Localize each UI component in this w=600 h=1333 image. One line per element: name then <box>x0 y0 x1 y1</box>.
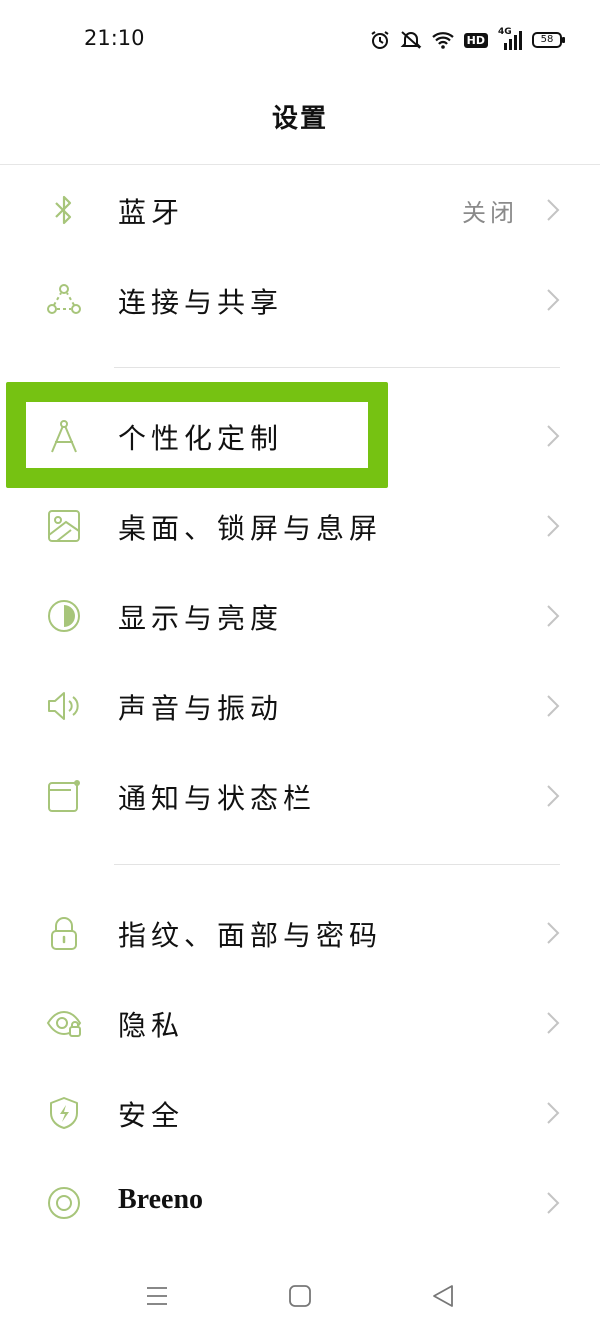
settings-item-fingerprint-face-password[interactable]: 指纹、面部与密码 <box>0 888 600 978</box>
speaker-icon <box>48 692 79 720</box>
battery-icon: 58 <box>532 32 565 48</box>
settings-item-display-brightness[interactable]: 显示与亮度 <box>0 571 600 661</box>
settings-item-sound-vibration[interactable]: 声音与振动 <box>0 661 600 751</box>
chevron-right-icon <box>547 605 560 627</box>
chevron-right-icon <box>547 1192 560 1214</box>
bluetooth-icon <box>55 195 72 225</box>
settings-item-label: 连接与共享 <box>118 286 284 319</box>
status-bar: 21:10 HD 4G 58 <box>0 0 600 80</box>
chevron-right-icon <box>547 922 560 944</box>
connection-sharing-icon <box>47 284 81 314</box>
settings-item-bluetooth[interactable]: 蓝牙 关闭 <box>0 165 600 255</box>
settings-item-notification-statusbar[interactable]: 通知与状态栏 <box>0 751 600 841</box>
settings-item-label: Breeno <box>118 1184 204 1215</box>
brightness-icon <box>48 600 80 632</box>
settings-item-security[interactable]: 安全 <box>0 1068 600 1158</box>
settings-item-label: 桌面、锁屏与息屏 <box>118 512 383 545</box>
breeno-icon <box>48 1187 80 1219</box>
settings-item-label: 隐私 <box>118 1009 185 1042</box>
status-icons: HD 4G 58 <box>370 27 565 52</box>
settings-item-label: 通知与状态栏 <box>118 782 317 815</box>
page-title: 设置 <box>271 104 328 134</box>
shield-icon <box>50 1097 78 1129</box>
privacy-eye-icon <box>46 1010 82 1037</box>
settings-item-label: 指纹、面部与密码 <box>118 919 383 952</box>
wallpaper-icon <box>48 510 80 542</box>
chevron-right-icon <box>547 785 560 807</box>
chevron-right-icon <box>547 289 560 311</box>
settings-item-privacy[interactable]: 隐私 <box>0 978 600 1068</box>
settings-item-breeno[interactable]: Breeno <box>0 1158 600 1248</box>
settings-item-label: 显示与亮度 <box>118 602 284 635</box>
highlight-box <box>6 382 388 488</box>
hd-icon: HD <box>463 32 488 48</box>
chevron-right-icon <box>547 199 560 221</box>
section-divider <box>114 864 560 865</box>
settings-item-desktop-lockscreen[interactable]: 桌面、锁屏与息屏 <box>0 481 600 571</box>
section-divider <box>114 367 560 368</box>
notification-icon <box>48 780 80 812</box>
lock-icon <box>51 917 77 950</box>
chevron-right-icon <box>547 1102 560 1124</box>
mute-icon <box>400 31 422 49</box>
bluetooth-status: 关闭 <box>462 199 518 227</box>
back-icon[interactable] <box>430 1283 456 1309</box>
chevron-right-icon <box>547 695 560 717</box>
settings-item-label: 安全 <box>118 1099 185 1132</box>
navigation-bar <box>0 1265 600 1333</box>
settings-item-label: 蓝牙 <box>118 196 185 229</box>
home-icon[interactable] <box>287 1283 313 1309</box>
settings-item-label: 声音与振动 <box>118 692 284 725</box>
status-time: 21:10 <box>84 26 145 50</box>
signal-icon: 4G <box>498 27 522 50</box>
chevron-right-icon <box>547 1012 560 1034</box>
chevron-right-icon <box>547 425 560 447</box>
wifi-icon <box>431 32 454 49</box>
menu-icon[interactable] <box>144 1283 170 1309</box>
chevron-right-icon <box>547 515 560 537</box>
alarm-icon <box>371 31 389 49</box>
settings-item-connection-sharing[interactable]: 连接与共享 <box>0 255 600 345</box>
